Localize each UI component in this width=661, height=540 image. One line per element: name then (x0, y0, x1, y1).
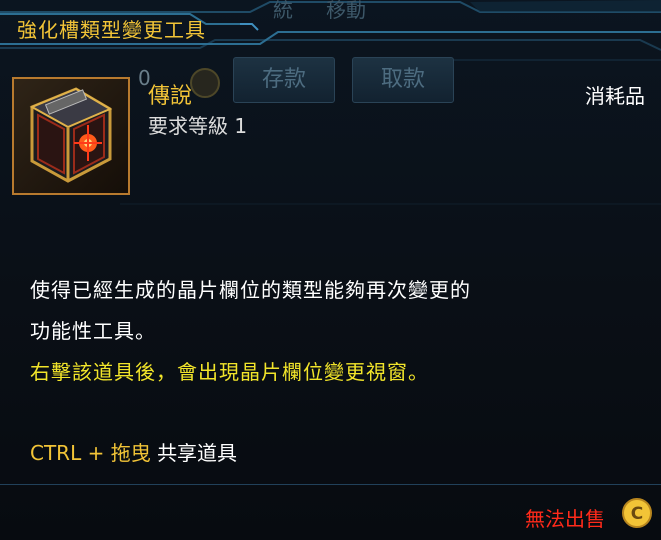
cube-box-icon (29, 87, 113, 183)
svg-text:C: C (631, 504, 643, 524)
cannot-sell-label: 無法出售 (525, 507, 605, 531)
rarity-label: 傳說 (148, 84, 193, 109)
share-hint-text: 共享道具 (157, 441, 238, 465)
share-hint: CTRL + 拖曳 共享道具 (30, 437, 237, 466)
withdraw-button[interactable]: 取款 (352, 57, 454, 103)
item-title: 強化槽類型變更工具 (17, 18, 206, 42)
usage-instruction: 右擊該道具後，會出現晶片欄位變更視窗。 (30, 360, 429, 384)
bg-coin-icon (190, 68, 220, 98)
description-line-2: 功能性工具。 (30, 319, 156, 343)
deposit-button[interactable]: 存款 (233, 57, 335, 103)
footer-divider (0, 484, 661, 485)
required-level: 要求等級 1 (148, 114, 248, 138)
item-icon-slot[interactable] (12, 77, 130, 195)
item-tooltip: 統 移動 0 存款 取款 強化槽類型變更工具 傳說 要求等級 1 消耗品 使得已… (0, 0, 661, 540)
coin-c-icon: C (622, 498, 652, 528)
item-type: 消耗品 (585, 84, 645, 108)
share-hint-key: CTRL + 拖曳 (30, 441, 151, 465)
description-line-1: 使得已經生成的晶片欄位的類型能夠再次變更的 (30, 278, 471, 302)
